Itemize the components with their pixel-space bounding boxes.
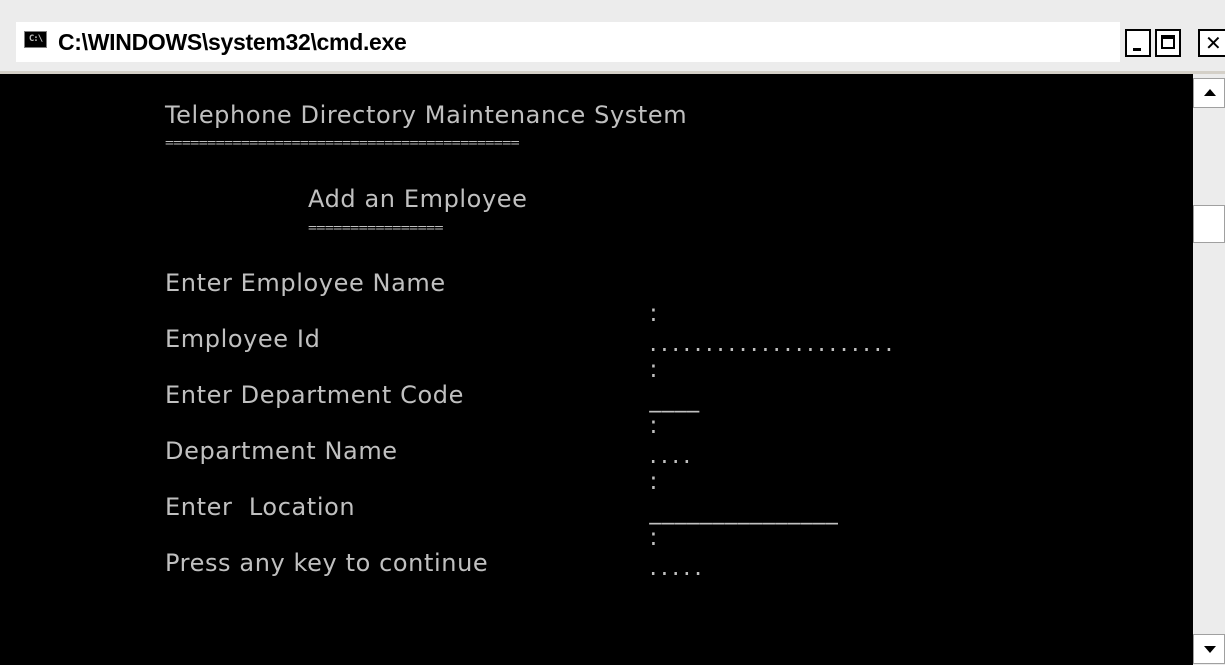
cmd-window: C:\ C:\WINDOWS\system32\cmd.exe ✕ Teleph… — [0, 0, 1225, 665]
arrow-up-icon — [1204, 89, 1216, 96]
console-output[interactable]: Telephone Directory Maintenance System =… — [0, 74, 1193, 665]
continue-prompt: Press any key to continue — [165, 549, 489, 577]
field-colon: : — [649, 467, 659, 495]
minimize-button[interactable] — [1125, 29, 1151, 57]
close-icon: ✕ — [1205, 31, 1222, 55]
location-label: Enter Location — [165, 493, 356, 521]
window-title: C:\WINDOWS\system32\cmd.exe — [58, 29, 407, 55]
location-value: : ..... — [600, 492, 706, 612]
department-name-label: Department Name — [165, 437, 398, 465]
field-colon: : — [649, 523, 659, 551]
close-button[interactable]: ✕ — [1198, 29, 1225, 57]
console-subheading: Add an Employee — [308, 185, 528, 213]
console-subheading-rule: ================ — [308, 219, 444, 235]
vertical-scrollbar[interactable] — [1193, 74, 1225, 665]
cmd-console-icon[interactable]: C:\ — [24, 31, 47, 48]
maximize-icon — [1161, 35, 1175, 49]
scroll-up-button[interactable] — [1193, 78, 1225, 108]
console-heading-rule: ========================================… — [165, 134, 520, 150]
scroll-thumb[interactable] — [1193, 205, 1225, 243]
employee-name-label: Enter Employee Name — [165, 269, 446, 297]
console-heading: Telephone Directory Maintenance System — [165, 101, 688, 129]
scroll-down-button[interactable] — [1193, 634, 1225, 664]
department-code-label: Enter Department Code — [165, 381, 464, 409]
arrow-down-icon — [1204, 646, 1216, 653]
field-colon: : — [649, 355, 659, 383]
field-colon: : — [649, 411, 659, 439]
field-colon: : — [649, 299, 659, 327]
title-bar[interactable]: C:\ C:\WINDOWS\system32\cmd.exe ✕ — [0, 0, 1225, 74]
minimize-icon — [1133, 48, 1141, 51]
location-input[interactable]: ..... — [649, 553, 705, 581]
maximize-button[interactable] — [1155, 29, 1181, 57]
employee-id-label: Employee Id — [165, 325, 321, 353]
